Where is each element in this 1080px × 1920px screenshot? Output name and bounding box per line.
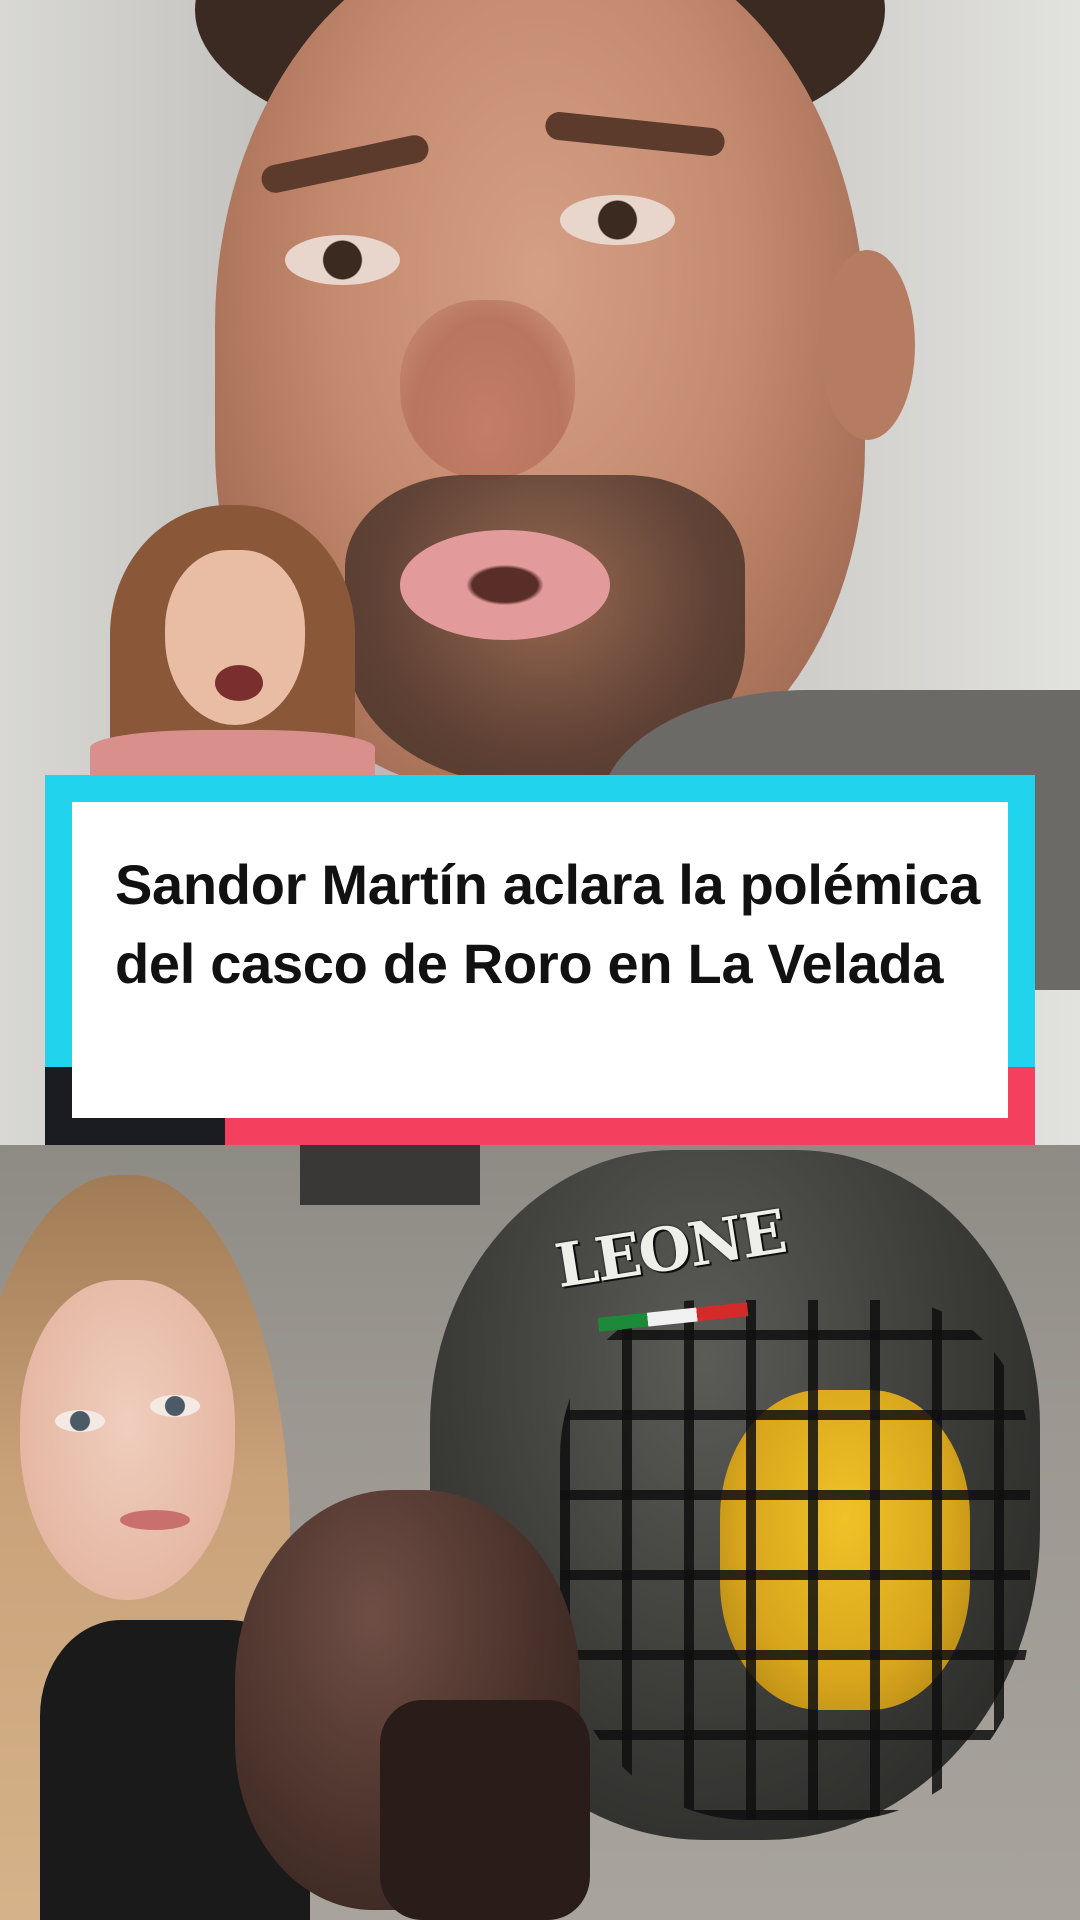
woman-left-eye [55,1410,105,1432]
man-right-eye [560,195,675,245]
inset-woman-top [90,730,375,775]
woman-mouth [120,1510,190,1530]
headline-text: Sandor Martín aclara la polémica del cas… [115,853,980,995]
inset-reaction-woman [90,505,375,775]
video-frame: LEONE Sandor Martín aclara la polémica d… [0,0,1080,1920]
man-nose [400,300,575,480]
man-lips [400,530,610,640]
man-left-eye [285,235,400,285]
inset-woman-mouth [215,665,263,701]
headline-card: Sandor Martín aclara la polémica del cas… [45,775,1035,1145]
wall-fixture [300,1145,480,1205]
man-ear [820,250,915,440]
helmet-face-cage [560,1300,1030,1820]
woman-right-eye [150,1395,200,1417]
woman-face [20,1280,235,1600]
boxing-glove-cuff [380,1700,590,1920]
